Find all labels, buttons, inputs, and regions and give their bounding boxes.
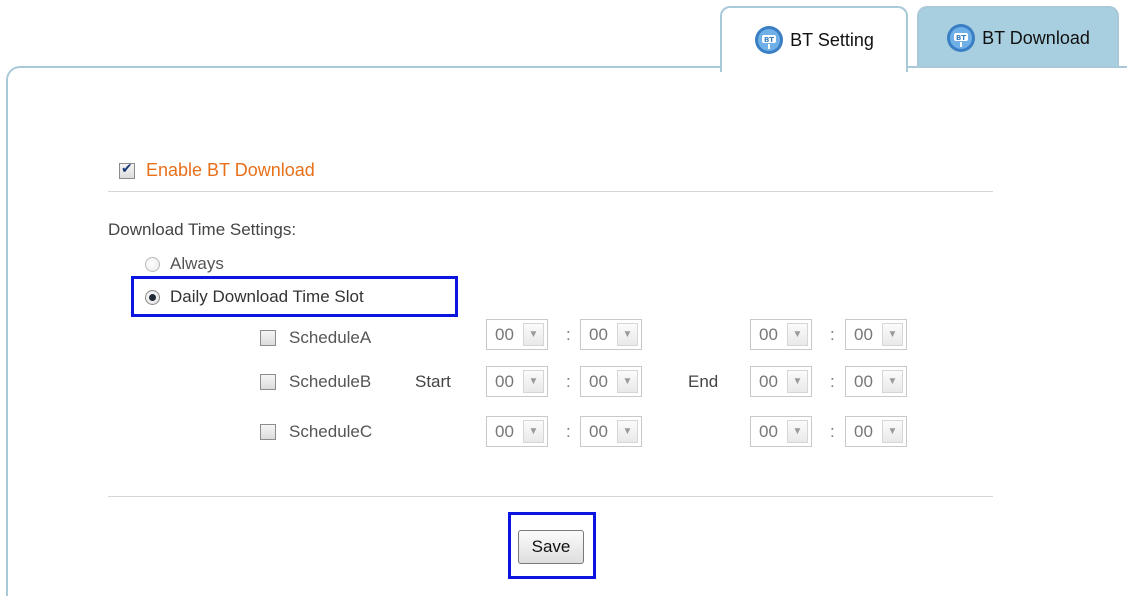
time-separator: : bbox=[566, 422, 571, 441]
select-value: 00 bbox=[854, 421, 873, 441]
enable-bt-row: Enable BT Download bbox=[119, 160, 315, 181]
highlight-box bbox=[508, 512, 596, 579]
time-separator: : bbox=[830, 372, 835, 391]
chevron-down-icon: ▼ bbox=[523, 420, 544, 443]
tab-label: BT Setting bbox=[790, 29, 874, 50]
schedule-b-label: ScheduleB bbox=[289, 372, 372, 391]
start-label: Start bbox=[415, 372, 451, 391]
select-value: 00 bbox=[589, 324, 608, 344]
radio-always-label: Always bbox=[170, 254, 224, 273]
chevron-down-icon: ▼ bbox=[787, 370, 808, 393]
end-hour-select-c[interactable]: 00 ▼ bbox=[750, 416, 812, 447]
end-hour-select-a[interactable]: 00 ▼ bbox=[750, 319, 812, 350]
divider bbox=[108, 191, 993, 192]
select-value: 00 bbox=[495, 324, 514, 344]
start-min-select-a[interactable]: 00 ▼ bbox=[580, 319, 642, 350]
select-value: 00 bbox=[759, 421, 778, 441]
time-separator: : bbox=[830, 422, 835, 441]
chevron-down-icon: ▼ bbox=[882, 370, 903, 393]
select-value: 00 bbox=[759, 371, 778, 391]
select-value: 00 bbox=[759, 324, 778, 344]
bt-icon: BT bbox=[755, 26, 784, 54]
radio-always-row[interactable]: Always bbox=[145, 254, 224, 274]
schedule-b-row: ScheduleB bbox=[260, 372, 371, 392]
chevron-down-icon: ▼ bbox=[882, 420, 903, 443]
tab-bt-download[interactable]: BT BT Download bbox=[917, 6, 1119, 68]
schedule-a-checkbox[interactable] bbox=[260, 330, 276, 346]
svg-text:BT: BT bbox=[956, 34, 966, 42]
divider bbox=[108, 496, 993, 497]
bt-icon: BT bbox=[947, 24, 976, 52]
tab-label: BT Download bbox=[982, 27, 1090, 48]
end-hour-select-b[interactable]: 00 ▼ bbox=[750, 366, 812, 397]
highlight-box bbox=[131, 276, 458, 317]
enable-bt-checkbox[interactable] bbox=[119, 161, 135, 179]
schedule-c-label: ScheduleC bbox=[289, 422, 373, 441]
select-value: 00 bbox=[589, 421, 608, 441]
chevron-down-icon: ▼ bbox=[787, 323, 808, 346]
start-hour-select-a[interactable]: 00 ▼ bbox=[486, 319, 548, 350]
select-value: 00 bbox=[589, 371, 608, 391]
time-separator: : bbox=[830, 325, 835, 344]
start-hour-select-b[interactable]: 00 ▼ bbox=[486, 366, 548, 397]
start-min-select-c[interactable]: 00 ▼ bbox=[580, 416, 642, 447]
svg-text:BT: BT bbox=[764, 36, 774, 44]
tab-bt-setting[interactable]: BT BT Setting bbox=[720, 6, 908, 72]
time-separator: : bbox=[566, 325, 571, 344]
schedule-a-label: ScheduleA bbox=[289, 328, 372, 347]
schedule-c-row: ScheduleC bbox=[260, 422, 372, 442]
chevron-down-icon: ▼ bbox=[523, 370, 544, 393]
schedule-b-checkbox[interactable] bbox=[260, 374, 276, 390]
chevron-down-icon: ▼ bbox=[882, 323, 903, 346]
select-value: 00 bbox=[495, 421, 514, 441]
chevron-down-icon: ▼ bbox=[617, 323, 638, 346]
end-min-select-c[interactable]: 00 ▼ bbox=[845, 416, 907, 447]
enable-bt-label: Enable BT Download bbox=[146, 160, 315, 180]
start-hour-select-c[interactable]: 00 ▼ bbox=[486, 416, 548, 447]
select-value: 00 bbox=[854, 371, 873, 391]
download-time-title: Download Time Settings: bbox=[108, 220, 297, 239]
schedule-c-checkbox[interactable] bbox=[260, 424, 276, 440]
select-value: 00 bbox=[854, 324, 873, 344]
time-separator: : bbox=[566, 372, 571, 391]
chevron-down-icon: ▼ bbox=[787, 420, 808, 443]
end-min-select-a[interactable]: 00 ▼ bbox=[845, 319, 907, 350]
end-min-select-b[interactable]: 00 ▼ bbox=[845, 366, 907, 397]
schedule-a-row: ScheduleA bbox=[260, 328, 371, 348]
chevron-down-icon: ▼ bbox=[523, 323, 544, 346]
start-min-select-b[interactable]: 00 ▼ bbox=[580, 366, 642, 397]
end-label: End bbox=[688, 372, 719, 391]
chevron-down-icon: ▼ bbox=[617, 370, 638, 393]
radio-always[interactable] bbox=[145, 256, 160, 272]
chevron-down-icon: ▼ bbox=[617, 420, 638, 443]
select-value: 00 bbox=[495, 371, 514, 391]
